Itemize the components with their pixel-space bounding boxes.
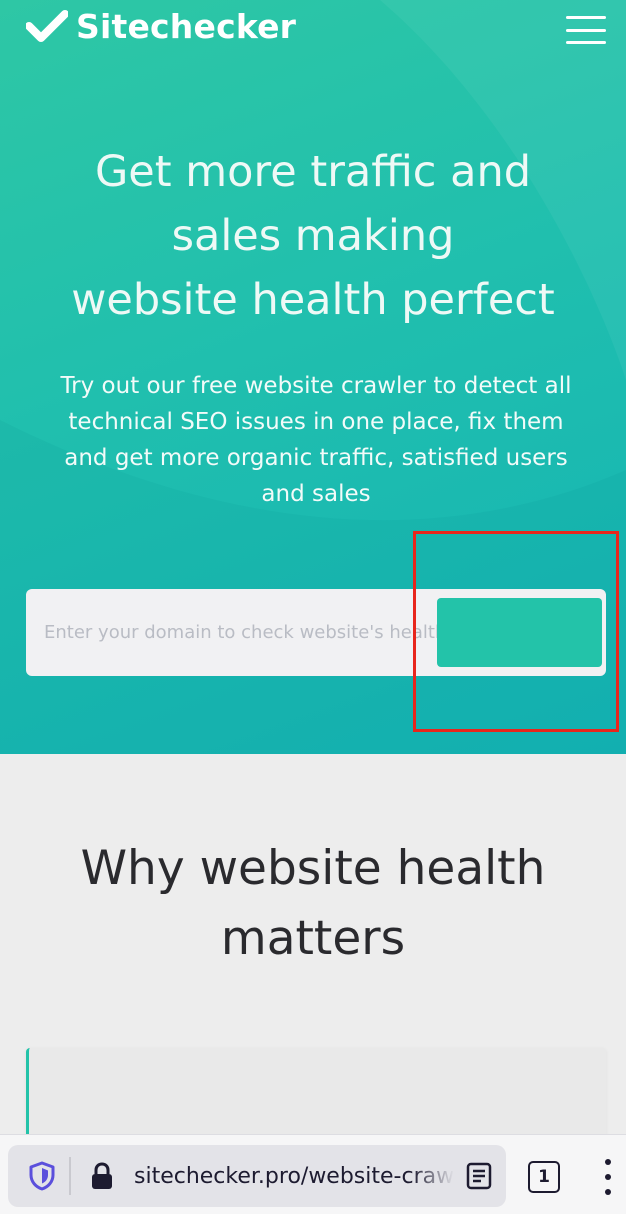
tabs-counter-button[interactable]: 1: [528, 1161, 560, 1193]
why-section-title: Why website health matters: [20, 834, 606, 974]
more-dot: [605, 1189, 611, 1195]
url-text[interactable]: sitechecker.pro/website-crawler/: [134, 1162, 454, 1192]
why-section: Why website health matters: [0, 754, 626, 1168]
lock-icon[interactable]: [90, 1161, 114, 1191]
browser-toolbar: sitechecker.pro/website-crawler/ 1: [0, 1134, 626, 1214]
address-bar[interactable]: sitechecker.pro/website-crawler/: [8, 1145, 506, 1207]
domain-search-form: [26, 589, 606, 676]
menu-line: [566, 41, 606, 44]
hamburger-icon[interactable]: [566, 16, 606, 44]
menu-line: [566, 16, 606, 19]
hero-subtitle-line: and get more organic traffic, satisfied …: [64, 445, 568, 471]
checkmark-logo-icon: [26, 10, 68, 42]
hero-subtitle: Try out our free website crawler to dete…: [22, 368, 610, 512]
hero-title-line: website health perfect: [71, 275, 555, 325]
hero-subtitle-line: technical SEO issues in one place, fix t…: [68, 409, 564, 435]
check-button[interactable]: [437, 598, 602, 667]
logo-text: Sitechecker: [76, 6, 297, 46]
address-bar-divider: [69, 1157, 71, 1195]
hero-subtitle-line: and sales: [261, 481, 371, 507]
why-title-line: Why website health: [80, 841, 546, 896]
hero-title: Get more traffic and sales making websit…: [20, 140, 606, 332]
hero-title-line: Get more traffic and: [94, 147, 532, 197]
why-title-line: matters: [220, 911, 406, 966]
sitechecker-logo[interactable]: Sitechecker: [26, 6, 296, 46]
hero-subtitle-line: Try out our free website crawler to dete…: [60, 373, 572, 399]
shield-icon[interactable]: [28, 1161, 56, 1191]
more-dot: [605, 1174, 611, 1180]
more-options-icon[interactable]: [600, 1159, 616, 1195]
hero-section: Sitechecker Get more traffic and sales m…: [0, 0, 626, 754]
domain-input[interactable]: [26, 589, 438, 676]
menu-line: [566, 28, 606, 32]
hero-title-line: sales making: [171, 211, 455, 261]
reader-mode-icon[interactable]: [464, 1161, 494, 1191]
url-fade: [412, 1157, 454, 1197]
more-dot: [605, 1159, 611, 1165]
